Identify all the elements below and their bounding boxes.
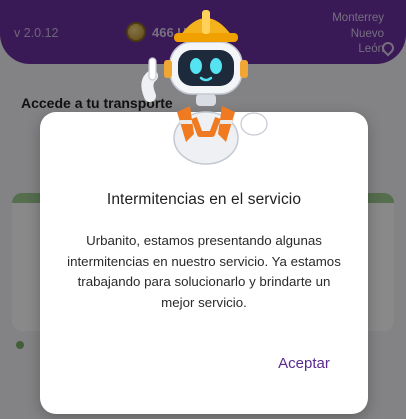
dialog-title: Intermitencias en el servicio [106, 191, 302, 208]
accept-button[interactable]: Aceptar [264, 349, 344, 377]
dialog-message: Urbanito, estamos presentando algunas in… [67, 233, 341, 310]
robot-mascot-icon [141, 10, 268, 165]
